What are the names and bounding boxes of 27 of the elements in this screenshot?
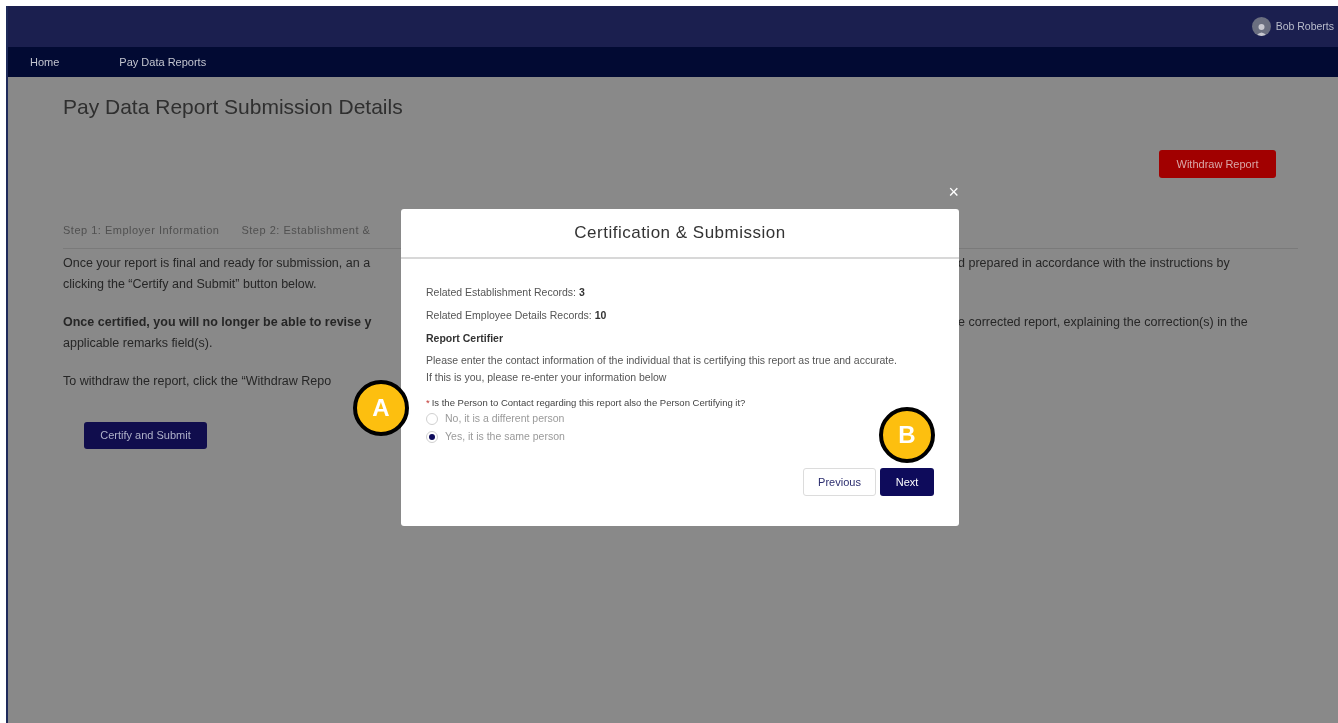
paragraph-text: clicking the “Certify and Submit” button below. <box>63 275 318 293</box>
certify-and-submit-button[interactable]: Certify and Submit <box>84 421 207 449</box>
close-button[interactable]: × <box>948 183 959 201</box>
section-title: Report Certifier <box>426 331 504 346</box>
withdraw-report-button[interactable]: Withdraw Report <box>1159 150 1276 178</box>
record-count: Related Establishment Records: 3 <box>426 285 586 300</box>
paragraph-text: Once your report is final and ready for submission, an a <box>63 254 372 272</box>
avatar-icon <box>1251 17 1271 36</box>
step-label: Step 1: Employer Information <box>63 223 220 238</box>
step-label: Step 2: Establishment & <box>241 223 371 238</box>
instruction-text: Please enter the contact information of the individual that is certifying this report as true and accurate. <box>426 353 898 368</box>
paragraph-text: d prepared in accordance with the instructions by <box>958 254 1230 272</box>
paragraph-text: applicable remarks field(s). <box>63 334 214 352</box>
previous-button[interactable]: Previous <box>803 468 876 497</box>
modal-title: Certification & Submission <box>574 222 786 245</box>
nav-link[interactable]: Pay Data Reports <box>119 53 207 71</box>
paragraph-text: Once certified, you will no longer be able to revise y <box>63 313 373 331</box>
record-count: Related Employee Details Records: 10 <box>426 308 608 323</box>
required-mark: * <box>426 396 430 410</box>
question-label: Is the Person to Contact regarding this report also the Person Certifying it? <box>431 396 746 410</box>
paragraph-text: e corrected report, explaining the correction(s) in the <box>958 313 1248 331</box>
instruction-text: If this is you, please re-enter your information below <box>426 370 668 385</box>
nav-link[interactable]: Home <box>30 53 60 71</box>
paragraph-text: To withdraw the report, click the “Withdraw Repo <box>63 372 333 390</box>
user-name[interactable]: Bob Roberts <box>1275 18 1334 35</box>
next-button[interactable]: Next <box>880 468 934 497</box>
page-title: Pay Data Report Submission Details <box>63 94 403 120</box>
